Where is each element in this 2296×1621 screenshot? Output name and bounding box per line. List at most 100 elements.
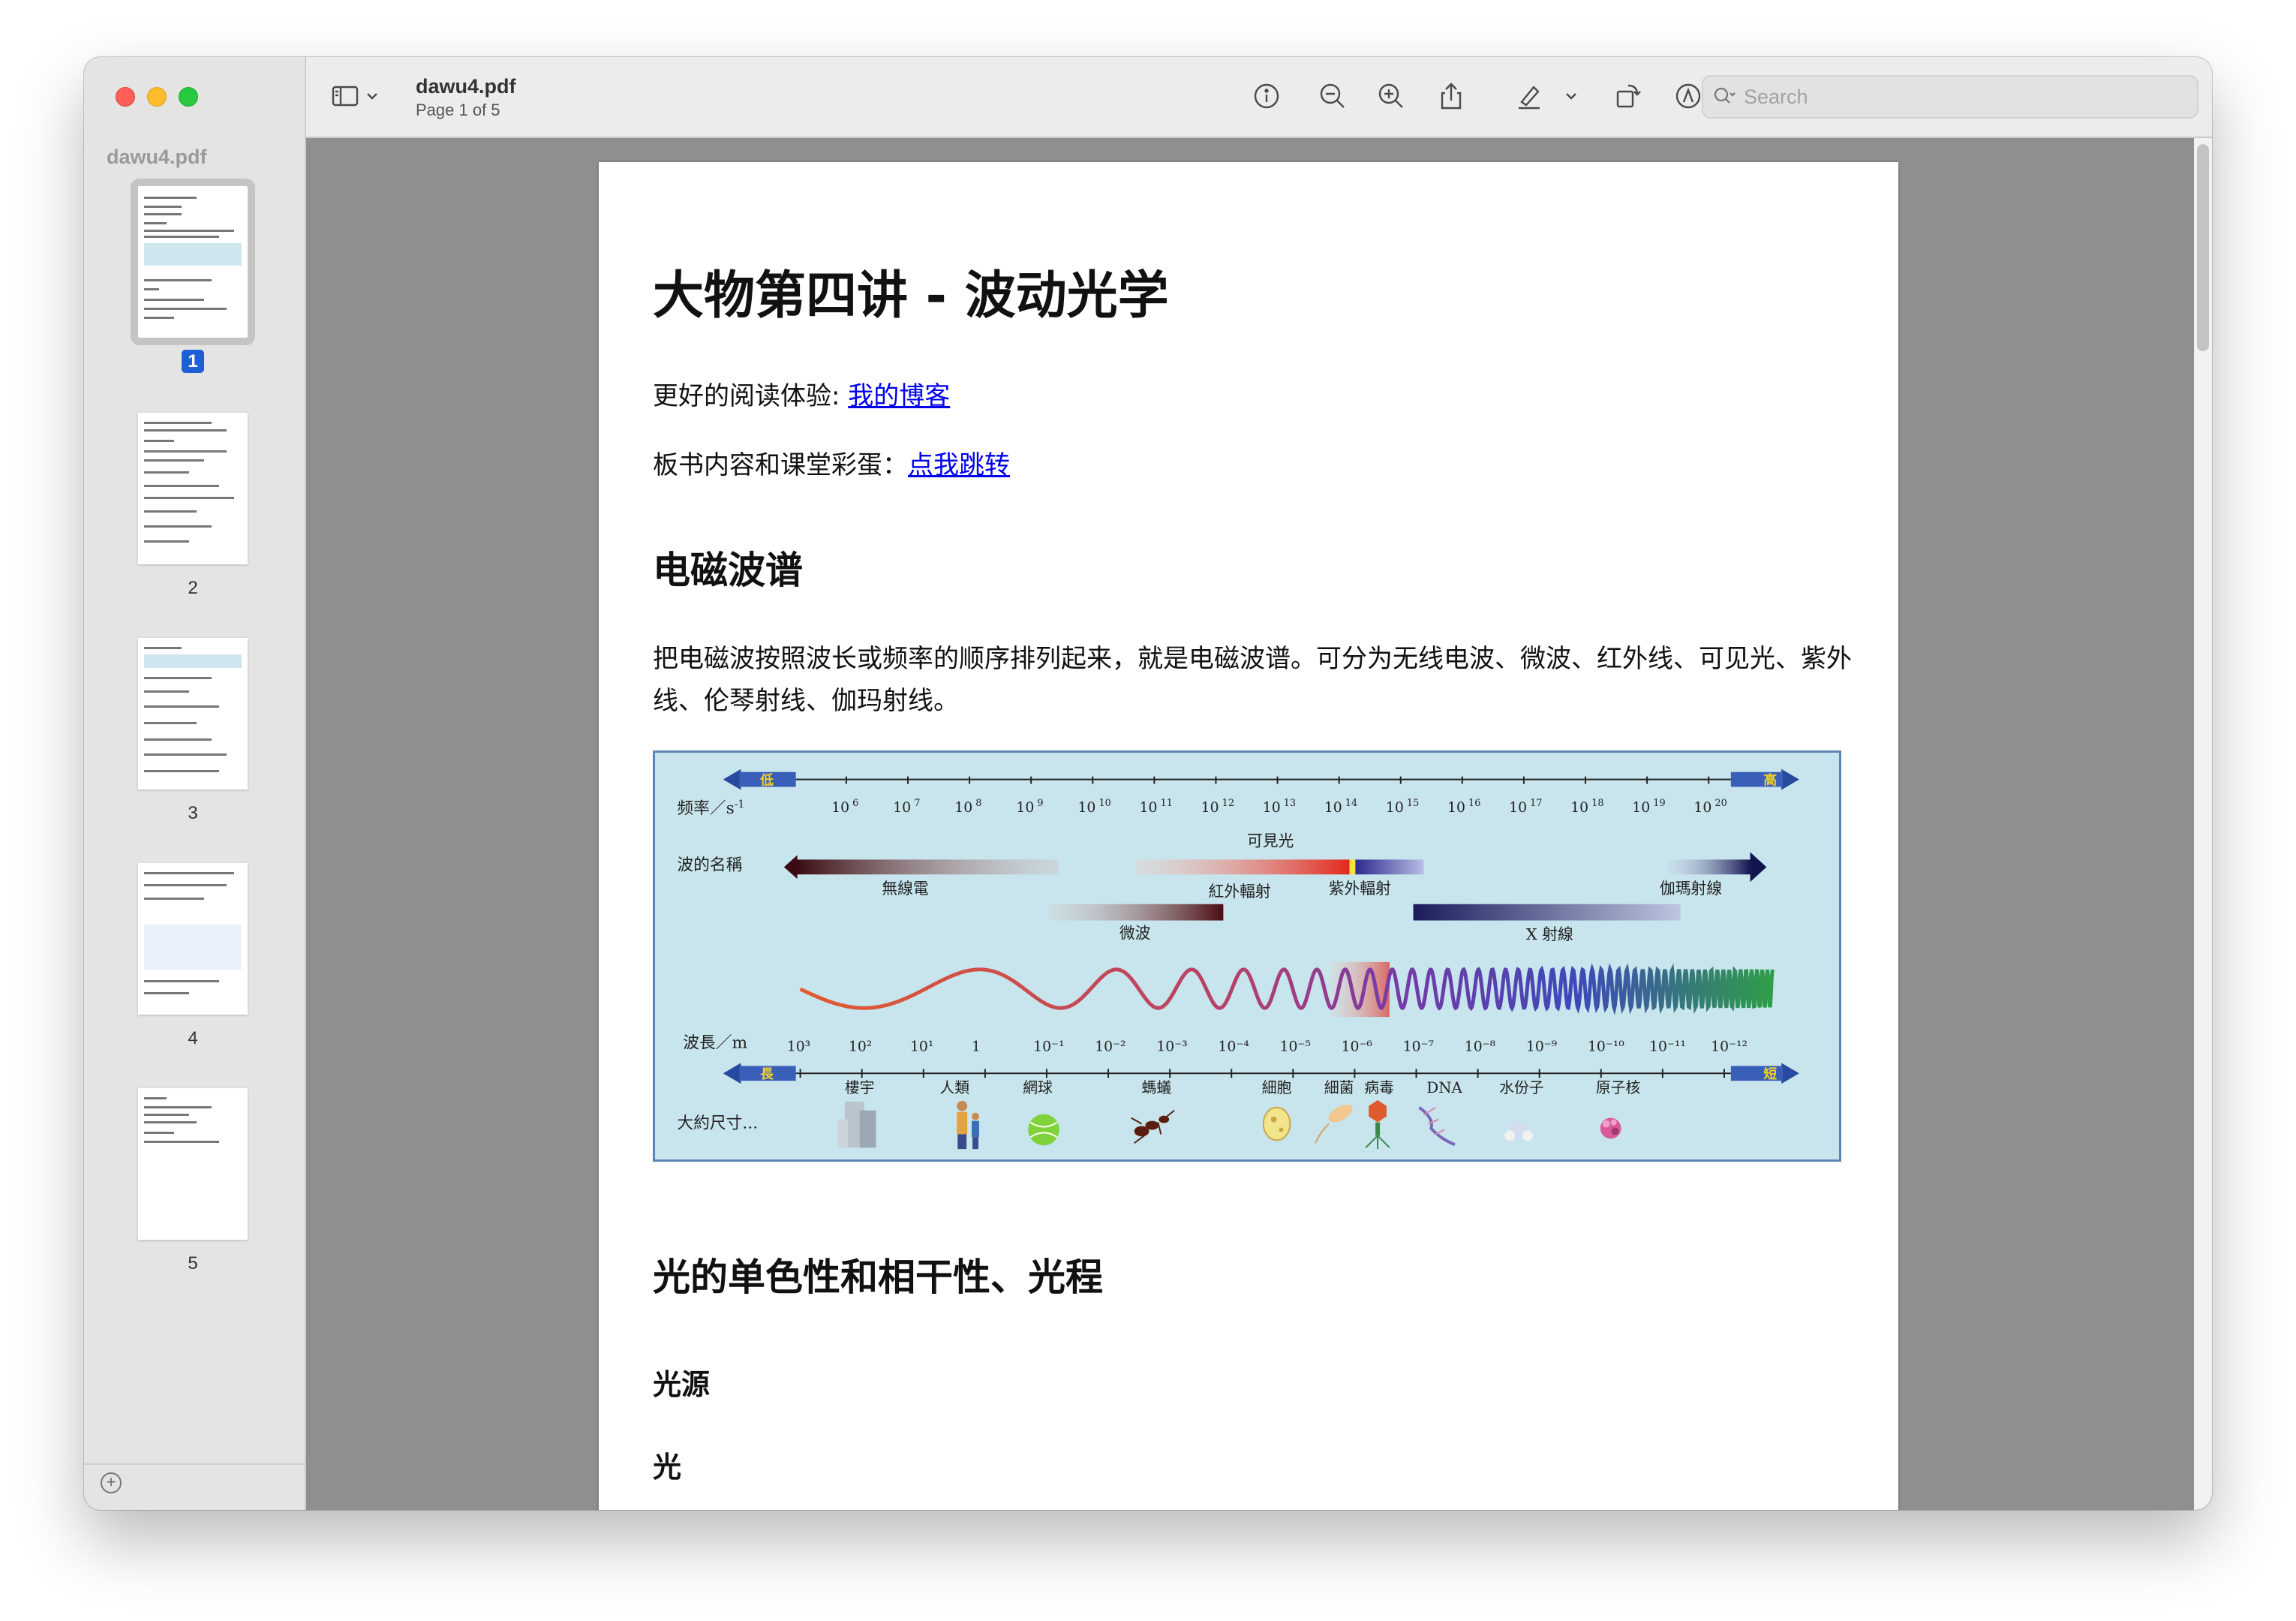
object-label: 細胞 <box>1262 1079 1292 1096</box>
close-window-button[interactable] <box>116 87 135 107</box>
toolbar: dawu4.pdf Page 1 of 5 <box>306 57 2212 138</box>
freq-tick-label: 10 6 <box>831 798 858 816</box>
page-indicator: Page 1 of 5 <box>416 101 500 119</box>
minimize-window-button[interactable] <box>147 87 167 107</box>
object-label: 細菌 <box>1324 1079 1354 1096</box>
search-field[interactable] <box>1702 75 2198 119</box>
thumbnail-image[interactable] <box>138 863 248 1015</box>
rotate-icon[interactable] <box>1612 80 1645 113</box>
highlight-icon[interactable] <box>1513 80 1546 113</box>
object-label: DNA <box>1426 1079 1462 1096</box>
window-controls <box>116 87 198 107</box>
wavelength-ticks: 10³ 10² 10¹ 1 10⁻¹ 10⁻² 10⁻³ 10⁻⁴ 10⁻⁵ 10⁻⁶ 10⁻⁷ 10… <box>787 1039 1748 1078</box>
section-heading-2: 光的单色性和相干性、光程 <box>653 1256 1103 1299</box>
thumbnail-image[interactable] <box>138 413 248 564</box>
add-page-button[interactable]: + <box>101 1472 122 1493</box>
wavelength-tick-label: 10³ <box>787 1039 810 1055</box>
freq-tick-label: 10 13 <box>1263 798 1296 816</box>
low-arrow-icon <box>723 768 741 790</box>
zoom-in-icon[interactable] <box>1375 80 1408 113</box>
wavelength-tick-label: 10⁻¹¹ <box>1649 1039 1686 1055</box>
microwave-band <box>1047 904 1224 921</box>
object-label: 人類 <box>940 1079 970 1096</box>
freq-tick-label: 10 10 <box>1077 798 1110 816</box>
document-title: dawu4.pdf <box>416 75 516 98</box>
freq-tick-label: 10 20 <box>1693 798 1727 816</box>
page-title: 大物第四讲 - 波动光学 <box>653 266 1169 326</box>
object-label: 水份子 <box>1499 1079 1543 1096</box>
wavelength-tick-label: 10⁻⁶ <box>1342 1039 1372 1055</box>
long-label: 長 <box>760 1066 774 1082</box>
freq-tick-label: 10 9 <box>1016 798 1043 816</box>
radio-arrow-icon <box>783 855 798 880</box>
short-label: 短 <box>1763 1066 1777 1082</box>
wavelength-tick-label: 10⁻⁸ <box>1465 1039 1496 1055</box>
freq-tick-label: 10 15 <box>1386 798 1419 816</box>
chevron-down-icon[interactable] <box>356 80 377 113</box>
zoom-window-button[interactable] <box>179 87 198 107</box>
thumbnail-label: 1 <box>138 350 248 373</box>
wavelength-tick-label: 10² <box>849 1039 872 1055</box>
object-label: 原子核 <box>1596 1079 1641 1096</box>
dna-icon <box>1418 1106 1456 1147</box>
search-input[interactable] <box>1742 83 2188 111</box>
sidebar-title: dawu4.pdf <box>107 146 207 168</box>
visible-band <box>1349 859 1356 875</box>
notes-line: 板书内容和课堂彩蛋：点我跳转 <box>653 444 1010 481</box>
freq-tick-label: 10 12 <box>1201 798 1234 816</box>
document-view[interactable]: 大物第四讲 - 波动光学 更好的阅读体验: 我的博客 板书内容和课堂彩蛋：点我跳… <box>306 138 2212 1510</box>
gamma-arrow-icon <box>1750 852 1767 883</box>
gamma-label: 伽瑪射線 <box>1660 880 1722 898</box>
visible-label: 可見光 <box>1247 832 1294 850</box>
wavelength-tick-label: 10⁻¹ <box>1033 1039 1064 1055</box>
subsection-heading-2: 光 <box>653 1451 682 1484</box>
infrared-band <box>1134 859 1351 875</box>
virus-icon <box>1365 1099 1390 1150</box>
scrollbar-thumb[interactable] <box>2197 144 2209 351</box>
freq-tick-label: 10 11 <box>1140 798 1173 816</box>
markup-icon[interactable] <box>1672 80 1705 113</box>
blog-link[interactable]: 我的博客 <box>848 381 950 411</box>
thumbnail-image[interactable] <box>138 1088 248 1240</box>
thumbnail-page-2[interactable]: 2 <box>138 413 248 599</box>
zoom-out-icon[interactable] <box>1316 80 1349 113</box>
wavelength-tick-label: 10⁻⁴ <box>1218 1039 1249 1055</box>
cell-icon <box>1262 1106 1291 1141</box>
radio-label: 無線電 <box>882 880 928 898</box>
low-label: 低 <box>759 772 774 789</box>
info-icon[interactable] <box>1250 80 1283 113</box>
freq-tick-label: 10 16 <box>1447 798 1480 816</box>
blog-line-label: 更好的阅读体验: <box>653 381 849 411</box>
tennis-ball-icon <box>1028 1114 1059 1146</box>
notes-link[interactable]: 点我跳转 <box>908 450 1010 480</box>
wavelength-label: 波長／m <box>683 1034 747 1053</box>
short-arrow-icon <box>1781 1063 1799 1084</box>
thumbnail-image[interactable] <box>131 179 255 345</box>
nucleus-icon <box>1600 1117 1621 1139</box>
share-icon[interactable] <box>1435 80 1468 113</box>
chevron-down-icon[interactable] <box>1555 80 1576 113</box>
search-icon <box>1711 83 1738 110</box>
subsection-heading: 光源 <box>653 1368 711 1401</box>
bacteria-icon <box>1315 1104 1353 1144</box>
thumbnail-label: 5 <box>188 1253 198 1274</box>
high-arrow-icon <box>1781 768 1799 790</box>
spectrum-svg: 低 高 频率／s-1 10 6 10 7 10 8 10 9 10 10 10 11 10 … <box>677 768 1799 1150</box>
freq-tick-label: 10 17 <box>1509 798 1542 816</box>
object-label: 螞蟻 <box>1142 1079 1172 1096</box>
thumbnail-page-4[interactable]: 4 <box>138 863 248 1049</box>
pdf-page: 大物第四讲 - 波动光学 更好的阅读体验: 我的博客 板书内容和课堂彩蛋：点我跳… <box>599 162 1898 1510</box>
freq-tick-label: 10 18 <box>1570 798 1603 816</box>
thumbnail-page-5[interactable]: 5 <box>138 1088 248 1274</box>
freq-tick-label: 10 19 <box>1632 798 1665 816</box>
thumbnail-image[interactable] <box>138 638 248 789</box>
freq-tick-label: 10 8 <box>954 798 981 816</box>
thumbnail-page-1[interactable]: 1 <box>131 179 255 373</box>
water-molecule-icon <box>1504 1121 1533 1141</box>
preview-window: dawu4.pdf 1 2 3 4 5 + dawu4.pdf Page 1 o… <box>84 57 2212 1510</box>
thumbnail-page-3[interactable]: 3 <box>138 638 248 824</box>
scrollbar[interactable] <box>2194 138 2212 1510</box>
section-paragraph: 把电磁波按照波长或频率的顺序排列起来，就是电磁波谱。可分为无线电波、微波、红外线… <box>653 644 1852 716</box>
object-label: 樓宇 <box>845 1079 875 1096</box>
wavelength-tick-label: 10⁻⁹ <box>1526 1039 1558 1055</box>
